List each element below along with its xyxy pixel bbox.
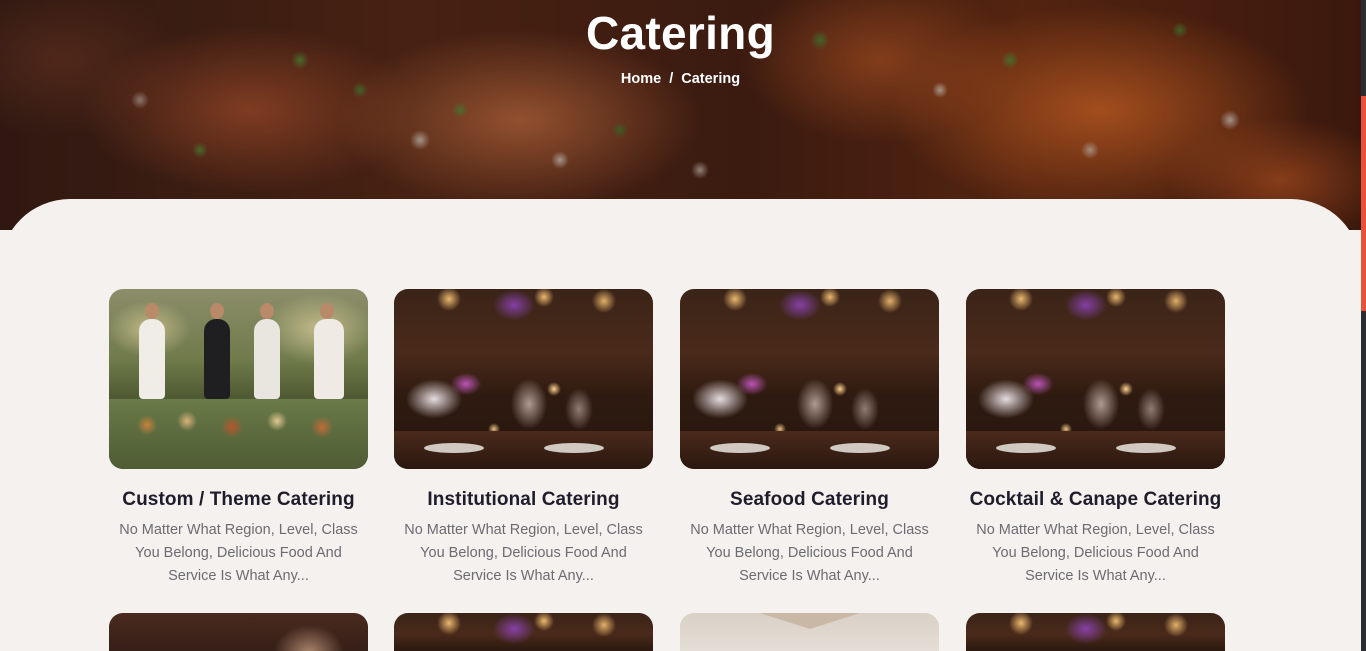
page-title: Catering [586, 7, 775, 59]
service-card-custom-theme[interactable]: Custom / Theme Catering No Matter What R… [109, 289, 368, 588]
chef-figure [254, 303, 280, 399]
card-image[interactable] [394, 289, 653, 469]
chef-figure [314, 303, 344, 399]
plate [424, 443, 484, 453]
card-title[interactable]: Custom / Theme Catering [109, 489, 368, 511]
breadcrumb: Home / Catering [0, 71, 1361, 87]
card-image[interactable] [109, 613, 368, 651]
service-card-row2-4[interactable] [966, 613, 1225, 651]
plate [996, 443, 1056, 453]
service-card-row2-1[interactable] [109, 613, 368, 651]
page-hero-banner: Catering Home / Catering [0, 0, 1361, 230]
card-title[interactable]: Cocktail & Canape Catering [966, 489, 1225, 511]
breadcrumb-current: Catering [681, 71, 741, 87]
buffet-food [117, 407, 362, 441]
card-image[interactable] [680, 289, 939, 469]
service-card-institutional[interactable]: Institutional Catering No Matter What Re… [394, 289, 653, 588]
service-card-cocktail-canape[interactable]: Cocktail & Canape Catering No Matter Wha… [966, 289, 1225, 588]
services-section: Custom / Theme Catering No Matter What R… [0, 199, 1361, 651]
chef-figure [204, 303, 230, 399]
service-card-row2-2[interactable] [394, 613, 653, 651]
card-title[interactable]: Seafood Catering [680, 489, 939, 511]
service-card-row2-3[interactable] [680, 613, 939, 651]
plate [710, 443, 770, 453]
service-card-seafood[interactable]: Seafood Catering No Matter What Region, … [680, 289, 939, 588]
card-image[interactable] [680, 613, 939, 651]
scrollbar-track[interactable] [1361, 0, 1366, 651]
breadcrumb-separator: / [669, 71, 674, 87]
plate [1116, 443, 1176, 453]
card-image[interactable] [394, 613, 653, 651]
card-description: No Matter What Region, Level, Class You … [976, 522, 1215, 584]
card-description: No Matter What Region, Level, Class You … [690, 522, 929, 584]
card-image[interactable] [966, 289, 1225, 469]
breadcrumb-home-link[interactable]: Home [621, 71, 661, 87]
card-image[interactable] [966, 613, 1225, 651]
plate [544, 443, 604, 453]
chef-figure [139, 303, 165, 399]
card-image[interactable] [109, 289, 368, 469]
card-description: No Matter What Region, Level, Class You … [119, 522, 358, 584]
scrollbar-thumb[interactable] [1361, 96, 1366, 311]
card-description: No Matter What Region, Level, Class You … [404, 522, 643, 584]
card-title[interactable]: Institutional Catering [394, 489, 653, 511]
plate [830, 443, 890, 453]
